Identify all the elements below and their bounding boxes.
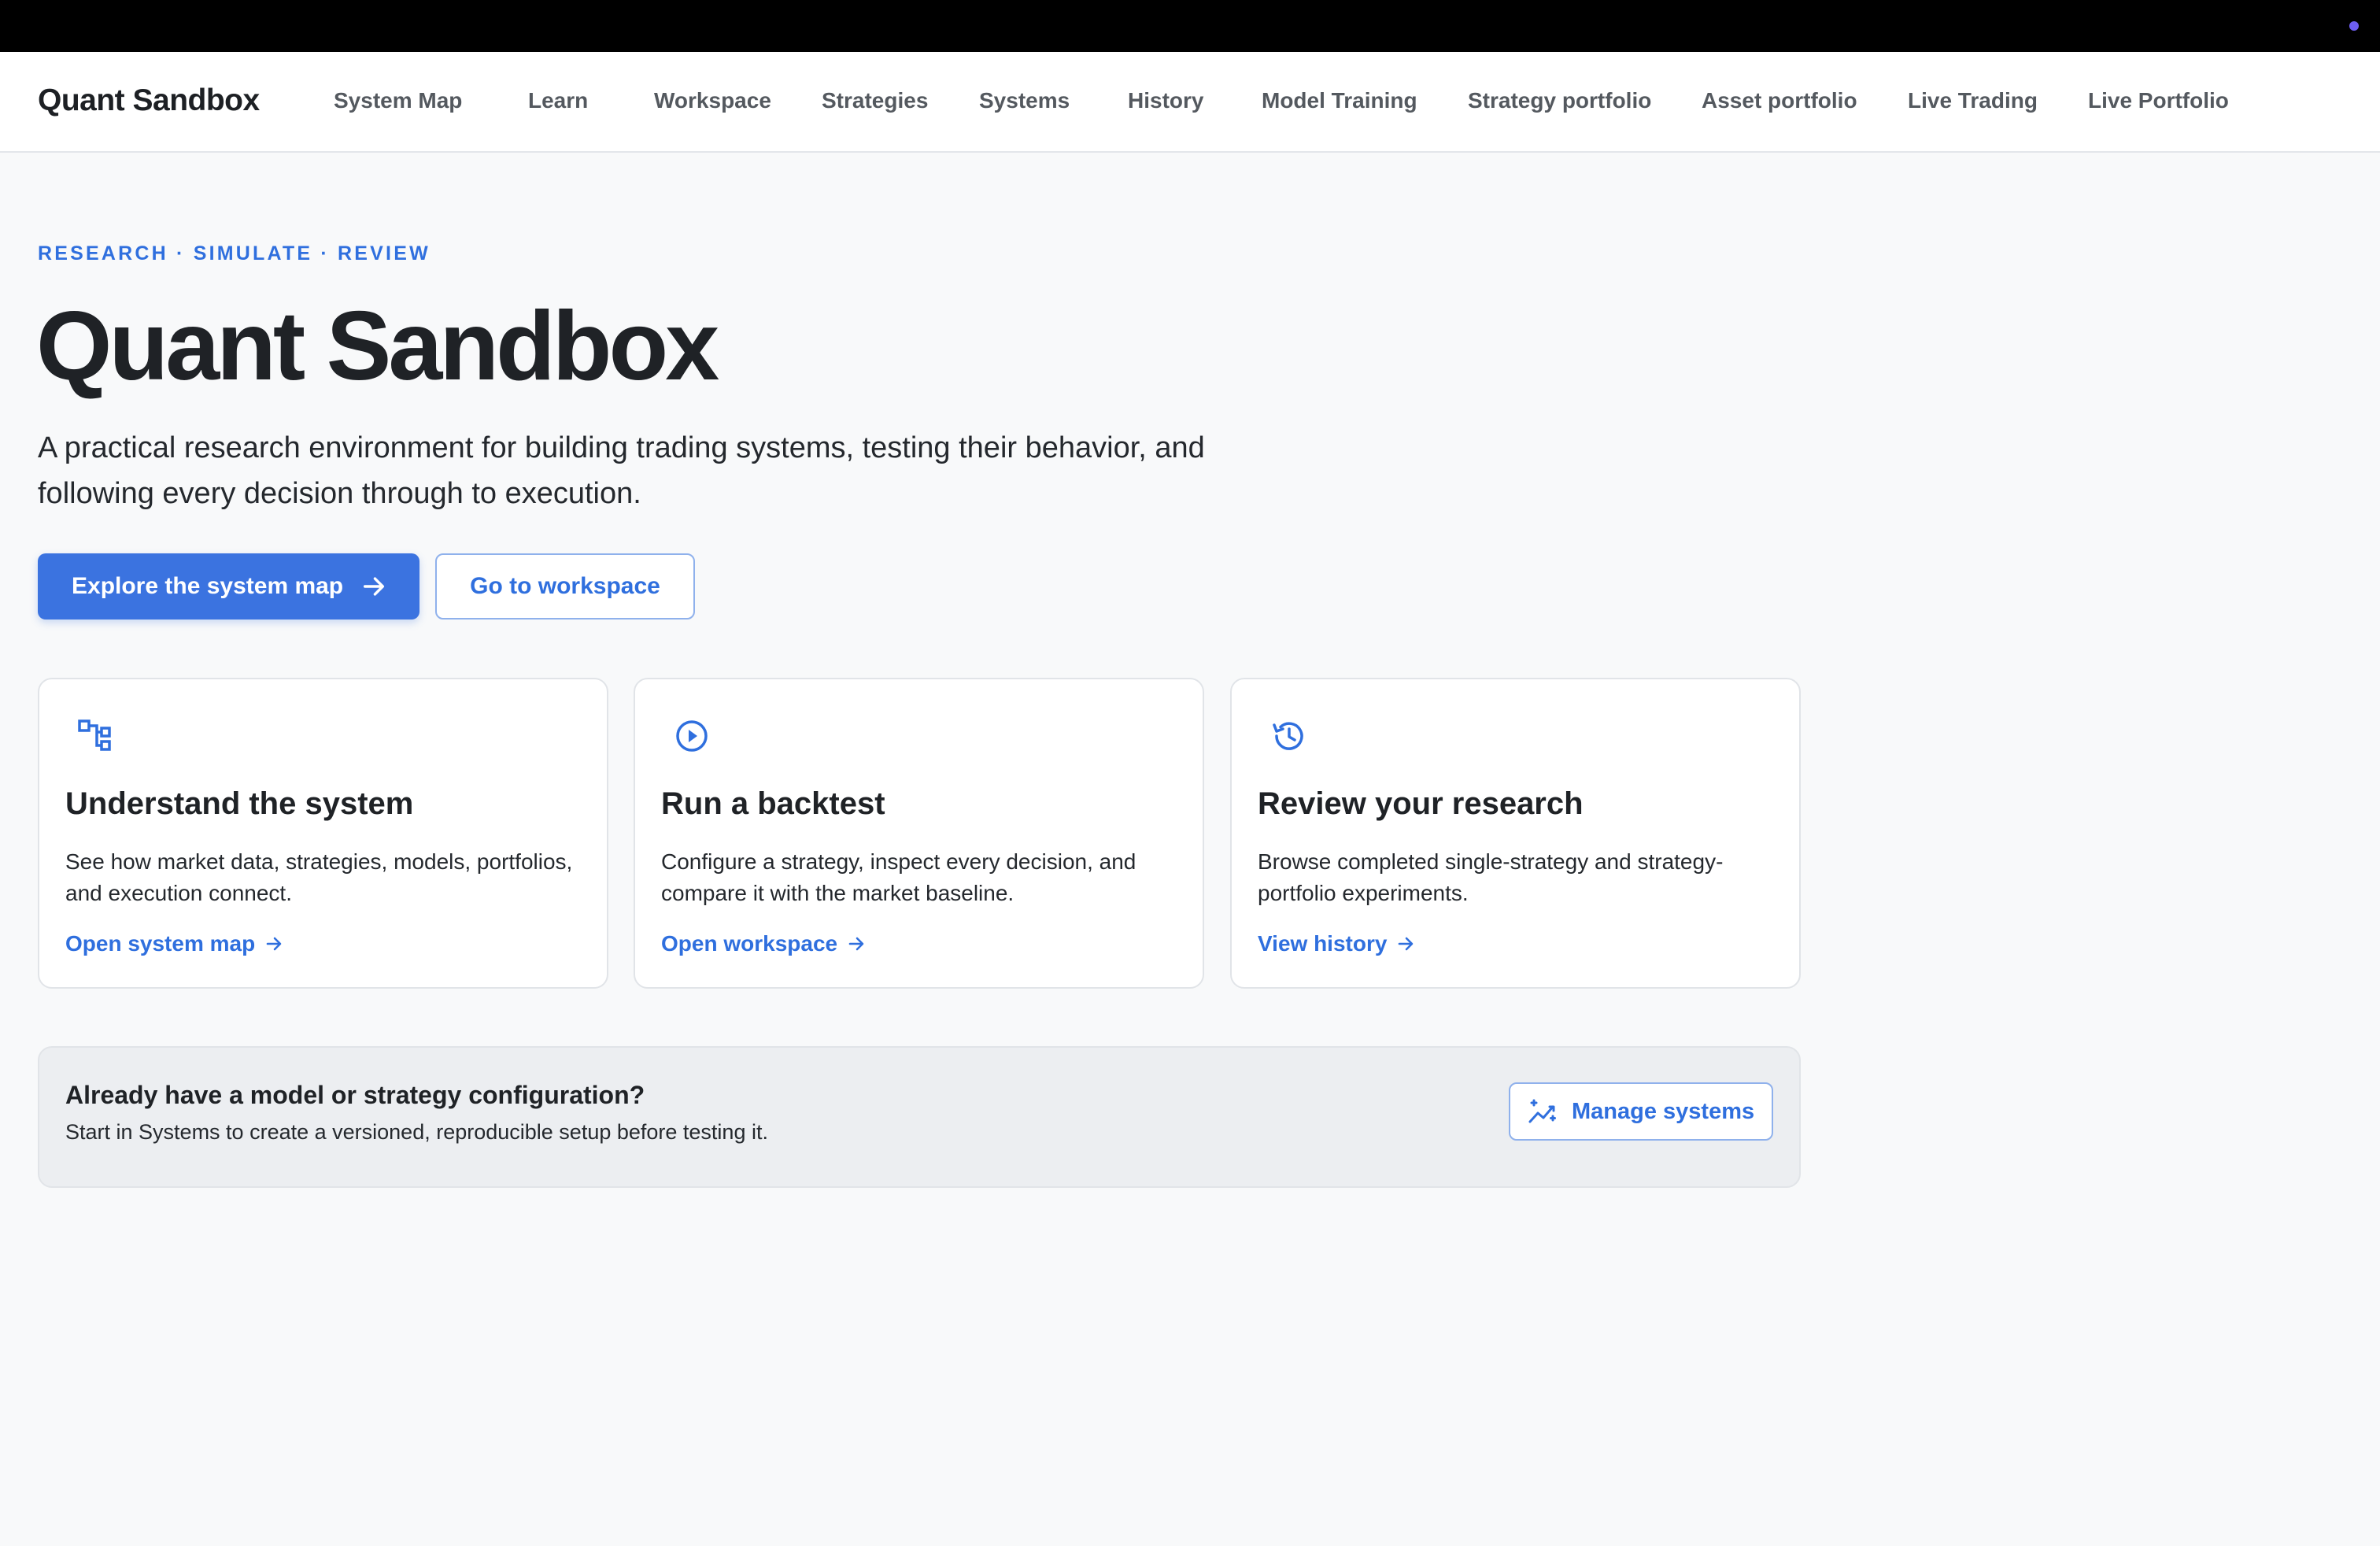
card-title: Understand the system: [65, 786, 414, 821]
link-label: Open system map: [65, 931, 256, 956]
card-description: Browse completed single-strategy and str…: [1258, 849, 1724, 905]
go-to-workspace-button[interactable]: Go to workspace: [435, 553, 695, 620]
manage-systems-label: Manage systems: [1572, 1098, 1755, 1124]
brand-logo[interactable]: Quant Sandbox: [38, 83, 260, 118]
nav-item-live-trading[interactable]: Live Trading: [1908, 88, 2038, 113]
system-top-bar: [0, 0, 2380, 52]
banner-title: Already have a model or strategy configu…: [65, 1081, 645, 1109]
card-review-research: Review your research Browse completed si…: [1230, 678, 1801, 989]
systems-callout-banner: Already have a model or strategy configu…: [38, 1046, 1801, 1188]
hero-eyebrow: RESEARCH · SIMULATE · REVIEW: [38, 242, 431, 264]
nav-item-learn[interactable]: Learn: [528, 88, 588, 113]
nav-item-history[interactable]: History: [1128, 88, 1203, 113]
nav-item-systems[interactable]: Systems: [979, 88, 1070, 113]
card-understand-system: Understand the system See how market dat…: [38, 678, 608, 989]
nav-item-live-portfolio[interactable]: Live Portfolio: [2088, 88, 2229, 113]
arrow-right-icon: [360, 573, 387, 600]
page-title: Quant Sandbox: [36, 292, 719, 401]
open-workspace-link[interactable]: Open workspace: [661, 931, 866, 956]
arrow-right-icon: [848, 937, 864, 951]
card-description: See how market data, strategies, models,…: [65, 849, 573, 905]
top-navigation: Quant Sandbox System Map Learn Workspace…: [0, 52, 2380, 153]
link-label: View history: [1258, 931, 1388, 956]
banner-text: Start in Systems to create a versioned, …: [65, 1120, 768, 1144]
card-title: Run a backtest: [661, 786, 885, 821]
status-dot: [2349, 21, 2359, 31]
view-history-link[interactable]: View history: [1258, 931, 1415, 956]
explore-system-map-label: Explore the system map: [72, 573, 344, 599]
sparkle-chart-icon: [1528, 1099, 1556, 1123]
link-label: Open workspace: [661, 931, 838, 956]
play-circle-icon: [673, 717, 711, 755]
arrow-right-icon: [1399, 937, 1414, 951]
nav-item-asset-portfolio[interactable]: Asset portfolio: [1702, 88, 1857, 113]
system-map-icon: [77, 717, 115, 755]
nav-item-model-training[interactable]: Model Training: [1262, 88, 1417, 113]
explore-system-map-button[interactable]: Explore the system map: [38, 553, 419, 620]
manage-systems-button[interactable]: Manage systems: [1509, 1082, 1773, 1141]
nav-item-workspace[interactable]: Workspace: [654, 88, 771, 113]
nav-item-strategies[interactable]: Strategies: [822, 88, 928, 113]
card-title: Review your research: [1258, 786, 1584, 821]
arrow-right-icon: [266, 937, 282, 951]
card-description: Configure a strategy, inspect every deci…: [661, 849, 1136, 905]
card-run-backtest: Run a backtest Configure a strategy, ins…: [634, 678, 1204, 989]
nav-item-strategy-portfolio[interactable]: Strategy portfolio: [1468, 88, 1651, 113]
history-icon: [1269, 717, 1307, 755]
open-system-map-link[interactable]: Open system map: [65, 931, 283, 956]
nav-item-system-map[interactable]: System Map: [334, 88, 462, 113]
hero-subtitle: A practical research environment for bui…: [38, 431, 1205, 510]
